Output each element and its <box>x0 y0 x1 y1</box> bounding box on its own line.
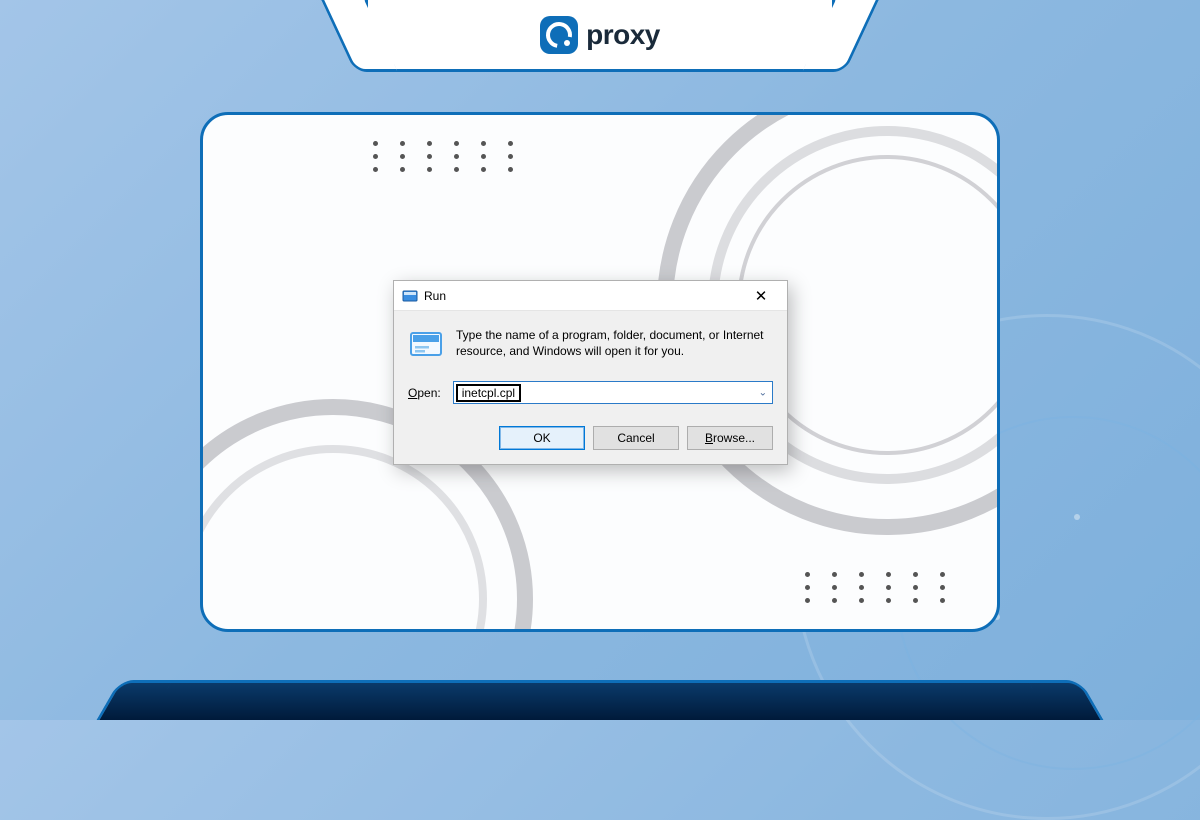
brand: proxy <box>540 16 660 54</box>
cancel-button[interactable]: Cancel <box>593 426 679 450</box>
close-button[interactable]: ✕ <box>741 282 781 310</box>
dialog-body: Type the name of a program, folder, docu… <box>394 311 787 464</box>
brand-banner: proxy <box>365 0 835 72</box>
run-dialog: Run ✕ Type the name of a program, folder… <box>393 280 788 465</box>
decorative-dots-icon <box>805 572 945 603</box>
bg-node-icon <box>1074 514 1080 520</box>
chevron-down-icon: ⌄ <box>759 387 767 398</box>
run-program-icon <box>408 327 444 363</box>
screenshot-frame: Run ✕ Type the name of a program, folder… <box>200 112 1000 632</box>
footer-banner <box>140 680 1060 720</box>
brand-logo-icon <box>540 16 578 54</box>
dialog-button-row: OK Cancel Browse... <box>408 426 773 450</box>
open-input-value: inetcpl.cpl <box>456 384 521 402</box>
open-combobox[interactable]: inetcpl.cpl ⌄ <box>453 381 773 404</box>
brand-name: proxy <box>586 19 660 51</box>
ok-button[interactable]: OK <box>499 426 585 450</box>
dialog-title: Run <box>424 289 741 303</box>
dialog-titlebar[interactable]: Run ✕ <box>394 281 787 311</box>
dialog-description: Type the name of a program, folder, docu… <box>456 327 773 363</box>
run-titlebar-icon <box>402 288 418 304</box>
decorative-dots-icon <box>373 141 513 172</box>
open-label: Open: <box>408 386 441 400</box>
browse-button[interactable]: Browse... <box>687 426 773 450</box>
close-icon: ✕ <box>755 287 768 305</box>
